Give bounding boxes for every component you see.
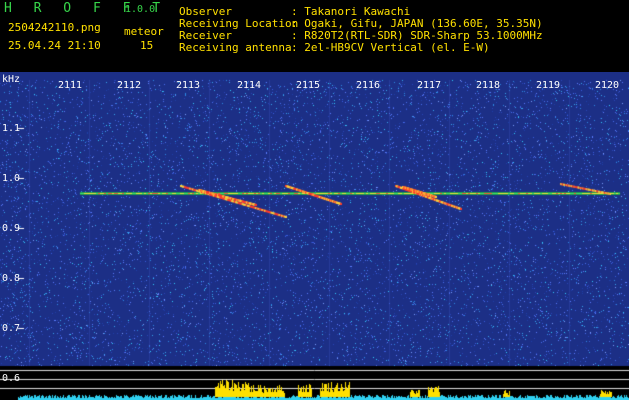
- y-tick-0-9: 0.9: [2, 223, 21, 234]
- app-version: 1.0.0: [125, 4, 156, 15]
- date-time: 25.04.24 21:10: [8, 39, 101, 52]
- x-tick-2117: 2117: [417, 80, 442, 91]
- y-tick-1-0: 1.0: [2, 173, 21, 184]
- meteor-label: meteor: [124, 25, 164, 38]
- x-tick-2111: 2111: [58, 80, 83, 91]
- meteor-count: 15: [140, 39, 154, 52]
- spectrogram: [0, 72, 629, 400]
- file-name: 2504242110.png: [8, 21, 101, 34]
- y-tick-1-1: 1.1: [2, 123, 21, 134]
- x-tick-2120: 2120: [595, 80, 620, 91]
- x-tick-2119: 2119: [536, 80, 561, 91]
- x-tick-2114: 2114: [237, 80, 262, 91]
- x-tick-2118: 2118: [476, 80, 501, 91]
- antenna-label: Receiving antenna: [179, 41, 292, 54]
- y-tick-0-7: 0.7: [2, 323, 21, 334]
- antenna-value: : 2el-HB9CV Vertical (el. E-W): [291, 41, 490, 54]
- x-tick-2112: 2112: [117, 80, 142, 91]
- info-header: H R O F F T 1.0.0 2504242110.png meteor …: [0, 0, 629, 72]
- x-tick-2116: 2116: [356, 80, 381, 91]
- x-tick-2113: 2113: [176, 80, 201, 91]
- y-tick-0-8: 0.8: [2, 273, 21, 284]
- unit-label: kHz: [2, 74, 21, 85]
- y-tick-0-6: 0.6: [2, 373, 21, 384]
- x-tick-2115: 2115: [296, 80, 321, 91]
